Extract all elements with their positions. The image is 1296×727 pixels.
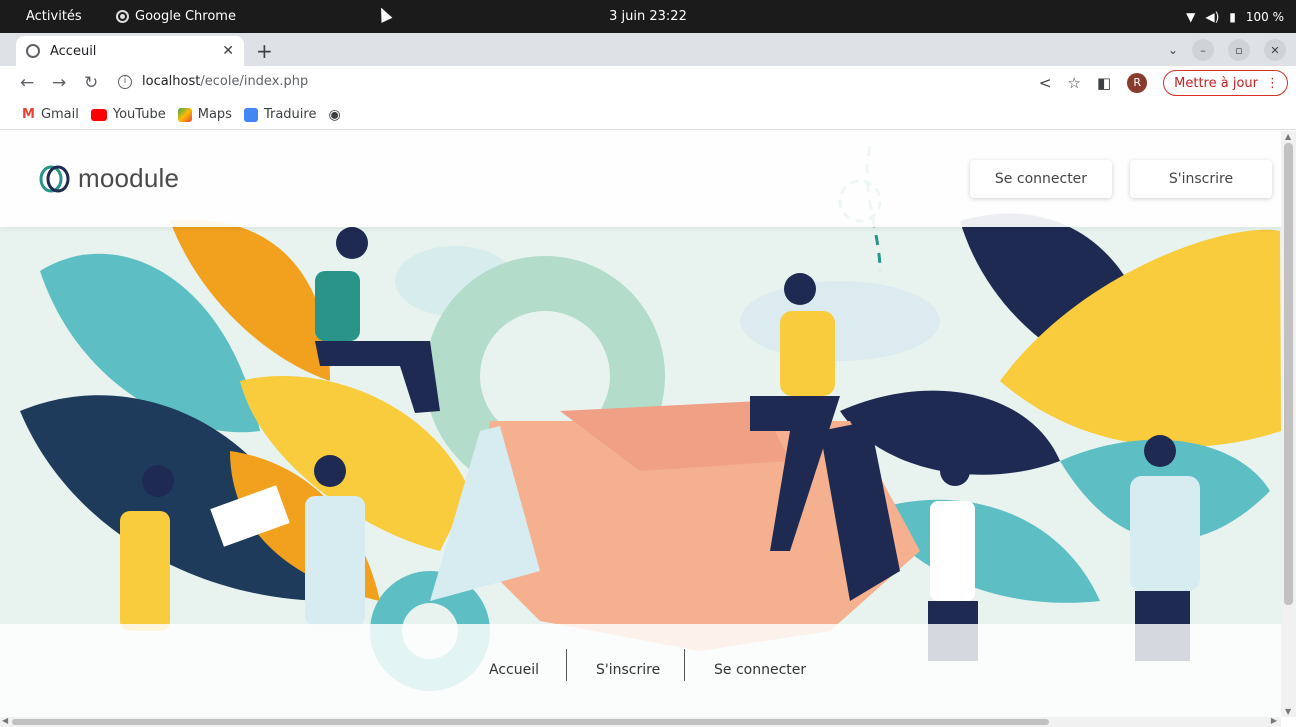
tab-acceuil[interactable]: Acceuil ✕ bbox=[16, 36, 244, 66]
translate-icon bbox=[243, 107, 258, 122]
site-info-icon[interactable]: i bbox=[118, 74, 132, 89]
volume-icon: ◀) bbox=[1205, 9, 1220, 24]
chrome-icon bbox=[116, 10, 129, 23]
scroll-down-icon[interactable]: ▼ bbox=[1285, 707, 1291, 716]
wifi-icon: ▼ bbox=[1186, 9, 1196, 24]
update-label: Mettre à jour bbox=[1174, 75, 1258, 91]
system-top-bar: Activités Google Chrome 3 juin 23:22 ▼ ◀… bbox=[0, 0, 1296, 33]
app-name: Google Chrome bbox=[135, 9, 236, 24]
toolbar-actions: < ☆ ◧ R Mettre à jour ⋮ bbox=[1039, 70, 1288, 96]
site-header: moodule Se connecter S'inscrire bbox=[0, 131, 1281, 227]
new-tab-button[interactable]: + bbox=[256, 39, 273, 63]
logo-text: moodule bbox=[78, 163, 180, 193]
bookmarks-bar: M Gmail YouTube Maps Traduire ◉ bbox=[0, 100, 1296, 130]
horizontal-scrollbar[interactable]: ◀ ▶ bbox=[0, 716, 1281, 727]
scroll-left-icon[interactable]: ◀ bbox=[2, 716, 8, 725]
gmail-icon: M bbox=[22, 107, 35, 122]
tab-strip: Acceuil ✕ + ⌄ – ▫ ✕ bbox=[0, 33, 1296, 66]
address-bar[interactable]: i localhost/ecole/index.php bbox=[118, 74, 308, 89]
window-controls: ⌄ – ▫ ✕ bbox=[1168, 39, 1286, 61]
tab-title: Acceuil bbox=[50, 43, 97, 59]
nav-connecter[interactable]: Se connecter bbox=[714, 662, 806, 678]
forward-button[interactable]: → bbox=[52, 73, 66, 93]
tab-search-icon[interactable]: ⌄ bbox=[1168, 43, 1178, 57]
bookmark-star-icon[interactable]: ☆ bbox=[1068, 74, 1081, 92]
scroll-right-icon[interactable]: ▶ bbox=[1271, 716, 1277, 725]
side-panel-icon[interactable]: ◧ bbox=[1097, 74, 1111, 92]
bookmark-label: YouTube bbox=[112, 107, 166, 122]
maximize-button[interactable]: ▫ bbox=[1228, 39, 1250, 61]
url-path: /ecole/index.php bbox=[200, 74, 309, 89]
minimize-button[interactable]: – bbox=[1192, 39, 1214, 61]
reload-button[interactable]: ↻ bbox=[84, 73, 98, 93]
back-button[interactable]: ← bbox=[20, 73, 34, 93]
update-chrome-button[interactable]: Mettre à jour ⋮ bbox=[1163, 70, 1288, 96]
page-viewport: moodule Se connecter S'inscrire Accueil … bbox=[0, 131, 1281, 717]
system-status-area[interactable]: ▼ ◀) ▮ 100 % bbox=[1186, 10, 1284, 24]
url-host: localhost bbox=[142, 74, 201, 89]
globe-icon: ◉ bbox=[328, 106, 341, 123]
close-window-button[interactable]: ✕ bbox=[1264, 39, 1286, 61]
bookmark-label: Traduire bbox=[263, 107, 317, 122]
globe-icon bbox=[26, 44, 40, 58]
profile-avatar[interactable]: R bbox=[1127, 73, 1148, 93]
site-logo[interactable]: moodule bbox=[38, 163, 179, 194]
horizontal-scroll-thumb[interactable] bbox=[12, 719, 1049, 725]
bookmark-traduire[interactable]: Traduire bbox=[243, 107, 317, 122]
bookmark-label: Gmail bbox=[40, 107, 79, 122]
battery-level: 100 % bbox=[1245, 9, 1284, 24]
bookmark-gmail[interactable]: M Gmail bbox=[22, 107, 79, 122]
bookmark-label: Maps bbox=[197, 107, 232, 122]
battery-icon: ▮ bbox=[1229, 9, 1236, 24]
nav-separator bbox=[684, 649, 685, 681]
scroll-up-icon[interactable]: ▲ bbox=[1285, 132, 1291, 141]
bookmark-youtube[interactable]: YouTube bbox=[90, 107, 166, 122]
nav-accueil[interactable]: Accueil bbox=[489, 662, 539, 678]
header-signup-button[interactable]: S'inscrire bbox=[1130, 160, 1272, 198]
app-menu[interactable]: Google Chrome bbox=[116, 9, 236, 24]
maps-icon bbox=[177, 107, 192, 122]
close-tab-icon[interactable]: ✕ bbox=[222, 43, 234, 59]
activities-button[interactable]: Activités bbox=[26, 9, 82, 24]
nav-separator bbox=[566, 649, 567, 681]
kebab-menu-icon: ⋮ bbox=[1266, 75, 1279, 91]
nav-inscrire[interactable]: S'inscrire bbox=[596, 662, 660, 678]
browser-toolbar: ← → ↻ i localhost/ecole/index.php < ☆ ◧ … bbox=[0, 66, 1296, 100]
vertical-scrollbar[interactable]: ▲ ▼ bbox=[1281, 131, 1296, 717]
header-login-button[interactable]: Se connecter bbox=[970, 160, 1112, 198]
bookmark-maps[interactable]: Maps bbox=[177, 107, 232, 122]
moodule-logo-icon bbox=[39, 165, 70, 192]
footer-nav: Accueil S'inscrire Se connecter bbox=[0, 624, 1281, 717]
vertical-scroll-thumb[interactable] bbox=[1284, 143, 1293, 605]
share-icon[interactable]: < bbox=[1039, 74, 1052, 92]
bookmark-globe[interactable]: ◉ bbox=[328, 107, 340, 123]
youtube-icon bbox=[90, 108, 107, 121]
